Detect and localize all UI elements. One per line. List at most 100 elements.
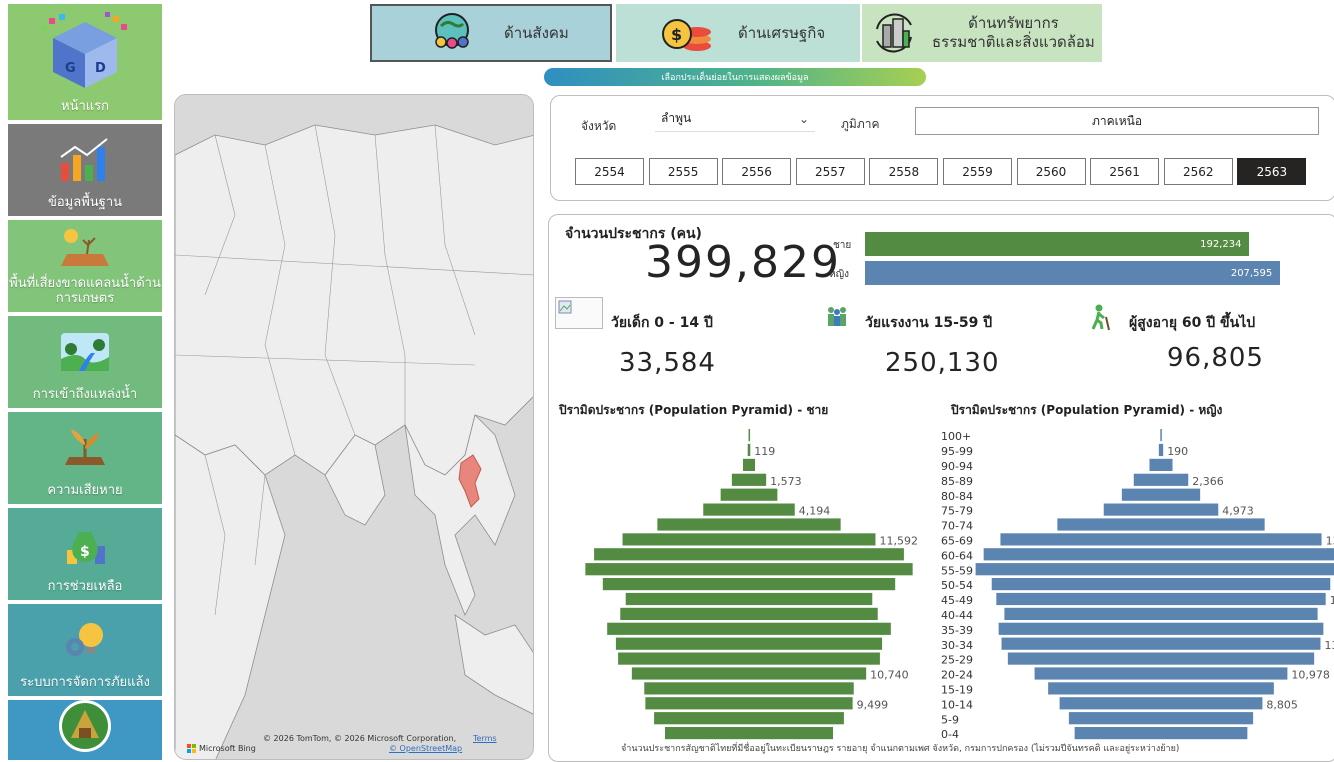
male-pyramid-bar[interactable] bbox=[657, 518, 841, 531]
subtopic-bar[interactable]: เลือกประเด็นย่อยในการแสดงผลข้อมูล bbox=[544, 68, 926, 86]
tab-social[interactable]: ด้านสังคม bbox=[370, 4, 612, 62]
male-pyramid-bar[interactable] bbox=[703, 503, 795, 516]
sidebar-item-drought-risk[interactable]: พื้นที่เสี่ยงขาดแคลนน้ำด้านการเกษตร bbox=[8, 220, 162, 314]
osm-link[interactable]: © OpenStreetMap bbox=[389, 744, 462, 753]
female-pyramid-bar[interactable] bbox=[1059, 697, 1263, 710]
coins-icon: $ bbox=[660, 9, 716, 57]
year-button[interactable]: 2558 bbox=[869, 158, 939, 185]
female-pyramid-bar[interactable] bbox=[1004, 607, 1318, 620]
female-pyramid-bar[interactable] bbox=[1121, 488, 1201, 501]
female-pyramid-bar[interactable] bbox=[983, 548, 1334, 561]
female-pyramid-bar[interactable] bbox=[1149, 458, 1173, 471]
female-pyramid-bar[interactable] bbox=[975, 563, 1334, 576]
age-category-label: 85-89 bbox=[941, 475, 973, 488]
province-value: ลำพูน bbox=[661, 111, 692, 125]
year-button[interactable]: 2556 bbox=[722, 158, 792, 185]
male-pyramid-bar[interactable] bbox=[644, 682, 854, 695]
sidebar-item-damage[interactable]: ความเสียหาย bbox=[8, 412, 162, 506]
year-button[interactable]: 2557 bbox=[795, 158, 865, 185]
population-total: 399,829 bbox=[645, 237, 841, 288]
female-pyramid-bar[interactable] bbox=[1007, 652, 1315, 665]
sidebar-item-label: การเข้าถึงแหล่งน้ำ bbox=[32, 387, 138, 402]
working-age-value: 250,130 bbox=[885, 348, 1000, 378]
male-total-bar[interactable]: 192,234 bbox=[865, 232, 1250, 256]
male-pyramid-bar[interactable] bbox=[585, 563, 913, 576]
svg-text:$: $ bbox=[80, 544, 90, 560]
city-recycle-icon bbox=[866, 9, 922, 57]
money-bag-icon: $ bbox=[8, 508, 162, 579]
year-slicer: 2554 2555 2556 2557 2558 2559 2560 2561 … bbox=[575, 158, 1311, 185]
age-category-label: 95-99 bbox=[941, 445, 973, 458]
age-category-label: 15-19 bbox=[941, 684, 973, 697]
year-button[interactable]: 2561 bbox=[1090, 158, 1160, 185]
province-label: จังหวัด bbox=[581, 119, 617, 133]
sidebar-item-label: ระบบการจัดการภัยแล้ง bbox=[20, 675, 150, 690]
male-pyramid-bar[interactable] bbox=[607, 622, 891, 635]
year-button[interactable]: 2560 bbox=[1016, 158, 1086, 185]
female-pyramid-bar[interactable] bbox=[1068, 712, 1254, 725]
female-total-bar[interactable]: 207,595 bbox=[865, 261, 1281, 285]
sidebar-item-province-seal[interactable] bbox=[8, 700, 162, 762]
age-category-label: 10-14 bbox=[941, 698, 973, 711]
female-pyramid-bar[interactable] bbox=[1001, 637, 1321, 650]
male-pyramid-bar[interactable] bbox=[594, 548, 904, 561]
map-terms-link[interactable]: Terms bbox=[473, 734, 497, 743]
male-pyramid-bar[interactable] bbox=[743, 458, 755, 471]
population-pyramid-chart[interactable]: 100+ 119 95-99 190 90-94 1,573 85-89 2,366 80-84… bbox=[549, 423, 1334, 762]
male-pyramid-bar[interactable] bbox=[615, 637, 883, 650]
female-pyramid-bar[interactable] bbox=[1034, 667, 1288, 680]
world-map[interactable]: Microsoft Bing © 2026 TomTom, © 2026 Mic… bbox=[174, 94, 534, 760]
age-category-label: 70-74 bbox=[941, 520, 973, 533]
tab-environment-label-1: ด้านทรัพยากร bbox=[968, 14, 1059, 32]
age-category-label: 65-69 bbox=[941, 535, 973, 548]
male-total-value: 192,234 bbox=[1200, 238, 1242, 250]
male-pyramid-bar[interactable] bbox=[625, 592, 873, 606]
female-pyramid-bar[interactable] bbox=[1048, 682, 1274, 695]
year-button[interactable]: 2562 bbox=[1163, 158, 1233, 185]
male-pyramid-bar[interactable] bbox=[654, 712, 844, 725]
sidebar-item-drought-management[interactable]: ระบบการจัดการภัยแล้ง bbox=[8, 604, 162, 698]
year-button[interactable]: 2554 bbox=[575, 158, 644, 185]
tab-economic[interactable]: $ ด้านเศรษฐกิจ bbox=[616, 4, 860, 62]
female-pyramid-bar[interactable] bbox=[1158, 443, 1164, 457]
year-button[interactable]: 2555 bbox=[648, 158, 718, 185]
male-pyramid-bar[interactable] bbox=[731, 473, 767, 486]
sidebar-item-basic-info[interactable]: ข้อมูลพื้นฐาน bbox=[8, 124, 162, 218]
female-pyramid-title: ปิรามิดประชากร (Population Pyramid) - หญ… bbox=[951, 403, 1223, 417]
female-pyramid-bar[interactable] bbox=[1103, 503, 1219, 516]
female-pyramid-bar[interactable] bbox=[1074, 727, 1248, 740]
female-pyramid-bar[interactable] bbox=[1057, 518, 1265, 531]
female-pyramid-bar[interactable] bbox=[998, 622, 1324, 635]
male-pyramid-bar[interactable] bbox=[602, 578, 896, 591]
male-pyramid-bar[interactable] bbox=[665, 727, 833, 740]
province-select[interactable]: ลำพูน ⌄ bbox=[655, 106, 815, 132]
child-age-value: 33,584 bbox=[619, 348, 716, 378]
chevron-down-icon: ⌄ bbox=[798, 111, 809, 126]
male-data-label: 4,194 bbox=[799, 505, 831, 518]
river-icon bbox=[8, 316, 162, 387]
sidebar-item-assistance[interactable]: $ การช่วยเหลือ bbox=[8, 508, 162, 602]
male-pyramid-bar[interactable] bbox=[622, 533, 876, 546]
sidebar-item-home[interactable]: G D หน้าแรก bbox=[8, 4, 162, 122]
male-pyramid-bar[interactable] bbox=[720, 488, 778, 501]
tab-environment[interactable]: ด้านทรัพยากร ธรรมชาติและสิ่งแวดล้อม bbox=[862, 4, 1102, 62]
male-pyramid-bar[interactable] bbox=[748, 429, 751, 442]
female-pyramid-bar[interactable] bbox=[996, 592, 1326, 606]
female-pyramid-bar[interactable] bbox=[1133, 473, 1189, 486]
male-pyramid-bar[interactable] bbox=[631, 667, 867, 680]
male-pyramid-bar[interactable] bbox=[747, 443, 751, 457]
female-pyramid-bar[interactable] bbox=[1160, 429, 1162, 442]
sidebar-item-water-access[interactable]: การเข้าถึงแหล่งน้ำ bbox=[8, 316, 162, 410]
male-pyramid-bar[interactable] bbox=[618, 652, 880, 665]
age-category-label: 60-64 bbox=[941, 549, 973, 562]
male-pyramid-bar[interactable] bbox=[645, 697, 853, 710]
female-pyramid-bar[interactable] bbox=[991, 578, 1331, 591]
male-data-label: 10,740 bbox=[870, 669, 909, 682]
year-button-selected[interactable]: 2563 bbox=[1237, 158, 1307, 185]
female-data-label: 13,944 bbox=[1326, 535, 1334, 548]
age-category-label: 25-29 bbox=[941, 654, 973, 667]
male-pyramid-bar[interactable] bbox=[620, 607, 878, 620]
age-category-label: 100+ bbox=[941, 430, 971, 443]
year-button[interactable]: 2559 bbox=[942, 158, 1012, 185]
female-pyramid-bar[interactable] bbox=[1000, 533, 1322, 546]
